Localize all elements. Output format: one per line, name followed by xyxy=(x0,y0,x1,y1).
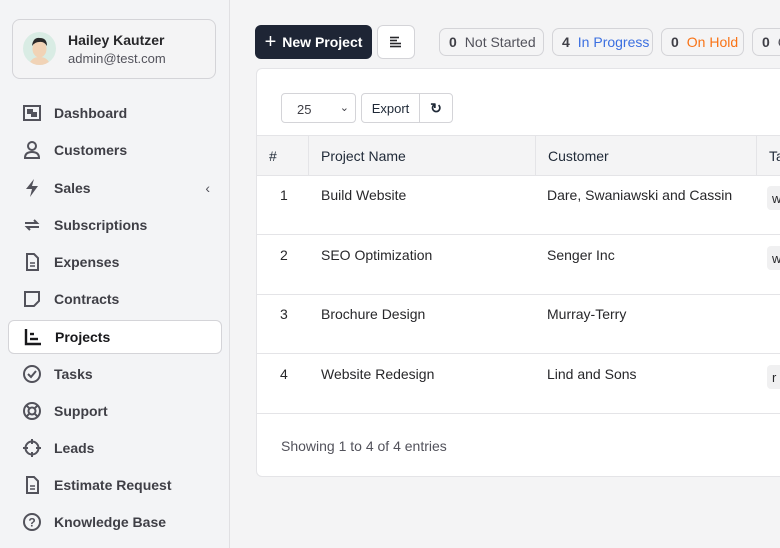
status-count: 0 xyxy=(762,34,770,50)
plus-icon: + xyxy=(264,30,277,53)
new-project-button[interactable]: + New Project xyxy=(255,25,372,59)
sidebar-item-label: Sales xyxy=(54,180,91,196)
file-icon xyxy=(22,252,42,272)
table-info: Showing 1 to 4 of 4 entries xyxy=(281,438,447,454)
file-icon xyxy=(22,475,42,495)
refresh-button[interactable]: ↻ xyxy=(419,93,453,123)
chart-icon xyxy=(23,327,43,347)
status-label: On Hold xyxy=(686,34,739,50)
header-project-name[interactable]: Project Name xyxy=(308,136,536,175)
row-number: 2 xyxy=(280,246,288,263)
sidebar-item-label: Expenses xyxy=(54,254,120,270)
sidebar-item-customers[interactable]: Customers xyxy=(8,133,222,167)
sidebar-item-label: Dashboard xyxy=(54,105,128,121)
sidebar-item-support[interactable]: Support xyxy=(8,394,222,428)
customer-name[interactable]: Murray-Terry xyxy=(547,306,626,322)
sidebar-item-estimate-request[interactable]: Estimate Request xyxy=(8,468,222,502)
table-row[interactable]: 1 Build Website Dare, Swaniawski and Cas… xyxy=(257,176,780,235)
sidebar-item-label: Customers xyxy=(54,142,128,158)
avatar xyxy=(23,32,56,65)
sidebar: Hailey Kautzer admin@test.com Dashboard … xyxy=(0,0,230,548)
tag-badge: w xyxy=(767,186,780,210)
page-size-select[interactable]: 25 ⌄ xyxy=(281,93,356,123)
dashboard-icon xyxy=(22,103,42,123)
tag-badge: r xyxy=(767,364,780,389)
chevron-down-icon: ⌄ xyxy=(339,102,349,114)
project-name[interactable]: Website Redesign xyxy=(321,366,434,382)
table-row[interactable]: 3 Brochure Design Murray-Terry xyxy=(257,295,780,354)
table-header: # Project Name Customer Tags xyxy=(257,135,780,176)
lifebuoy-icon xyxy=(22,401,42,421)
sidebar-item-label: Leads xyxy=(54,440,95,456)
user-email: admin@test.com xyxy=(68,51,166,66)
sidebar-item-contracts[interactable]: Contracts xyxy=(8,282,222,316)
status-filter-in-progress[interactable]: 4 In Progress xyxy=(552,28,653,56)
crosshair-icon xyxy=(22,438,42,458)
repeat-icon xyxy=(22,215,42,235)
page-size-value: 25 xyxy=(297,102,312,117)
sidebar-item-sales[interactable]: Sales ‹ xyxy=(8,171,222,205)
status-label: Not Started xyxy=(464,34,536,50)
row-number: 1 xyxy=(280,187,288,203)
status-filter-cancelled[interactable]: 0Cancelled xyxy=(752,28,780,56)
sidebar-item-label: Tasks xyxy=(54,366,93,382)
projects-table-card: 25 ⌄ Export ↻ # Project Name Customer Tag… xyxy=(256,68,780,477)
sidebar-item-expenses[interactable]: Expenses xyxy=(8,245,222,279)
header-customer[interactable]: Customer xyxy=(535,136,757,175)
sidebar-item-label: Subscriptions xyxy=(54,217,148,233)
user-name: Hailey Kautzer xyxy=(68,32,165,48)
customer-name[interactable]: Lind and Sons xyxy=(547,366,637,382)
project-name[interactable]: Brochure Design xyxy=(321,306,425,322)
header-number[interactable]: # xyxy=(257,136,277,175)
check-circle-icon xyxy=(22,364,42,384)
sidebar-item-label: Knowledge Base xyxy=(54,514,167,530)
sidebar-item-label: Support xyxy=(54,403,108,419)
sidebar-item-projects[interactable]: Projects xyxy=(8,320,222,354)
new-project-label: New Project xyxy=(282,34,363,50)
status-count: 0 xyxy=(449,34,457,50)
user-icon xyxy=(22,140,42,160)
status-label: In Progress xyxy=(577,34,650,50)
sidebar-item-leads[interactable]: Leads xyxy=(8,431,222,465)
project-name[interactable]: SEO Optimization xyxy=(321,247,432,263)
row-number: 3 xyxy=(280,306,288,322)
sidebar-item-label: Contracts xyxy=(54,291,120,307)
sidebar-item-label: Estimate Request xyxy=(54,477,172,493)
status-filter-not-started[interactable]: 0 Not Started xyxy=(439,28,544,56)
refresh-icon: ↻ xyxy=(430,99,442,116)
sidebar-item-subscriptions[interactable]: Subscriptions xyxy=(8,208,222,242)
sidebar-item-knowledge-base[interactable]: ? Knowledge Base xyxy=(8,505,222,539)
customer-name[interactable]: Senger Inc xyxy=(547,247,615,263)
sidebar-item-dashboard[interactable]: Dashboard xyxy=(8,96,222,130)
svg-text:?: ? xyxy=(28,516,35,530)
bolt-icon xyxy=(22,178,42,198)
table-row[interactable]: 4 Website Redesign Lind and Sons r xyxy=(257,355,780,414)
export-button[interactable]: Export xyxy=(361,93,420,123)
row-number: 4 xyxy=(280,365,288,382)
toggle-summary-button[interactable] xyxy=(377,25,415,59)
user-card[interactable]: Hailey Kautzer admin@test.com xyxy=(12,19,216,79)
status-filter-on-hold[interactable]: 0 On Hold xyxy=(661,28,744,56)
tag-badge: w xyxy=(767,245,780,270)
sidebar-item-tasks[interactable]: Tasks xyxy=(8,357,222,391)
question-icon: ? xyxy=(22,512,42,532)
chevron-left-icon[interactable]: ‹ xyxy=(205,180,210,196)
status-count: 0 xyxy=(671,34,679,50)
table-row[interactable]: 2 SEO Optimization Senger Inc w xyxy=(257,236,780,295)
status-count: 4 xyxy=(562,34,570,50)
customer-name[interactable]: Dare, Swaniawski and Cassin xyxy=(547,187,732,203)
sidebar-item-label: Projects xyxy=(55,329,111,345)
align-left-icon xyxy=(390,36,401,48)
note-icon xyxy=(22,289,42,309)
header-tags[interactable]: Tags xyxy=(756,136,780,175)
project-name[interactable]: Build Website xyxy=(321,187,406,203)
